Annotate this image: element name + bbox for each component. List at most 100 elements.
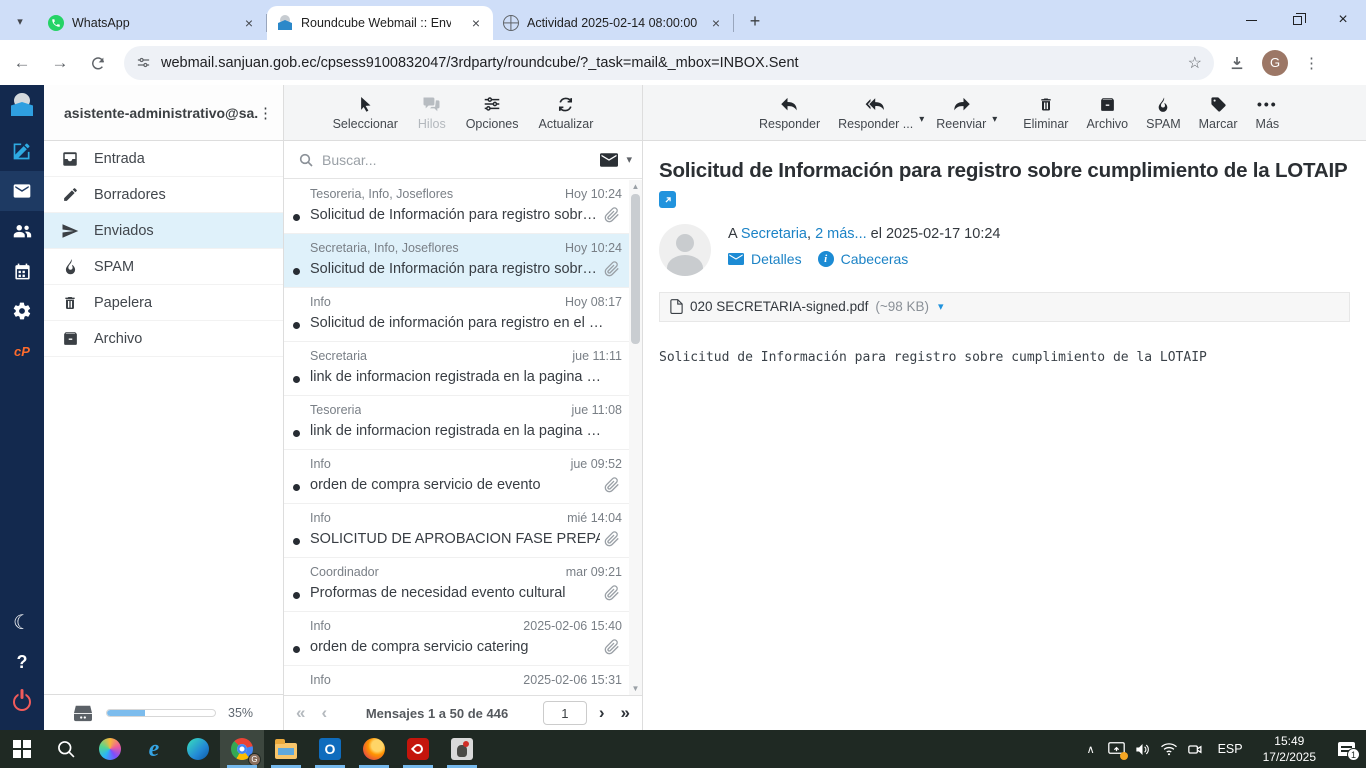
language-indicator[interactable]: ESP	[1208, 742, 1253, 756]
open-in-new-window-button[interactable]	[659, 191, 676, 208]
more-button[interactable]: ••• Más	[1248, 90, 1288, 135]
edge-button[interactable]	[176, 730, 220, 768]
outlook-button[interactable]: O	[308, 730, 352, 768]
attachment-name[interactable]: 020 SECRETARIA-signed.pdf	[690, 299, 868, 314]
acrobat-button[interactable]	[396, 730, 440, 768]
restore-button[interactable]	[1274, 0, 1320, 40]
cpanel-button[interactable]: cP	[0, 331, 44, 371]
list-item[interactable]: Secretaria jue 11:11 link de informacion …	[284, 342, 630, 396]
meet-now-icon[interactable]	[1182, 730, 1208, 768]
list-item[interactable]: Tesoreria jue 11:08 link de informacion r…	[284, 396, 630, 450]
site-settings-icon[interactable]	[136, 55, 151, 70]
account-menu-icon[interactable]: ⋮	[258, 104, 273, 122]
reply-all-menu-icon[interactable]: ▾	[919, 114, 924, 125]
sidebar-item-archivo[interactable]: Archivo	[44, 321, 283, 357]
close-button[interactable]: ×	[1320, 0, 1366, 40]
prev-page-button[interactable]: ‹	[317, 703, 331, 723]
tab-whatsapp[interactable]: WhatsApp ×	[38, 6, 266, 40]
tab-close-icon[interactable]: ×	[240, 14, 258, 32]
rail-calendar-button[interactable]	[0, 251, 44, 291]
archive-button[interactable]: Archivo	[1078, 90, 1136, 135]
tab-search-button[interactable]: ▾	[6, 7, 34, 35]
search-options-chevron-icon[interactable]: ▾	[626, 153, 632, 166]
list-item[interactable]: Tesoreria, Info, Joseflores Hoy 10:24 Sol…	[284, 180, 630, 234]
start-button[interactable]	[0, 730, 44, 768]
next-page-button[interactable]: ›	[595, 703, 609, 723]
copilot-button[interactable]	[88, 730, 132, 768]
attachment-row[interactable]: 020 SECRETARIA-signed.pdf (~98 KB) ▾	[659, 291, 1350, 322]
attachment-menu-icon[interactable]: ▾	[938, 300, 944, 313]
list-item[interactable]: Info jue 09:52 orden de compra servicio d…	[284, 450, 630, 504]
list-item[interactable]: Info Hoy 08:17 Solicitud de información p…	[284, 288, 630, 342]
rail-mail-button[interactable]	[0, 171, 44, 211]
reply-button[interactable]: Responder	[751, 90, 828, 135]
tray-expand-chevron[interactable]: ∧	[1078, 730, 1104, 768]
sidebar-item-borradores[interactable]: Borradores	[44, 177, 283, 213]
threads-button[interactable]: Hilos	[410, 90, 454, 135]
new-tab-button[interactable]: +	[742, 8, 768, 34]
sidebar-item-spam[interactable]: SPAM	[44, 249, 283, 285]
scroll-down-icon[interactable]: ▼	[629, 682, 642, 695]
forward-button[interactable]: →	[44, 47, 76, 79]
search-scope-mail-icon[interactable]	[600, 152, 619, 167]
refresh-button[interactable]: Actualizar	[531, 90, 602, 135]
forward-menu-icon[interactable]: ▾	[992, 114, 997, 125]
dark-mode-button[interactable]: ☾	[0, 602, 44, 642]
minimize-button[interactable]	[1228, 0, 1274, 40]
rail-contacts-button[interactable]	[0, 211, 44, 251]
more-recipients-link[interactable]: 2 más...	[815, 226, 867, 242]
firefox-button[interactable]	[352, 730, 396, 768]
tab-roundcube-active[interactable]: Roundcube Webmail :: Enviados ×	[267, 6, 493, 40]
list-item[interactable]: Info 2025-02-06 15:31	[284, 666, 630, 695]
spam-button[interactable]: SPAM	[1138, 90, 1189, 135]
list-item[interactable]: Info mié 14:04 SOLICITUD DE APROBACION FA…	[284, 504, 630, 558]
list-item[interactable]: Coordinador mar 09:21 Proformas de necesi…	[284, 558, 630, 612]
bookmark-star-icon[interactable]: ☆	[1188, 53, 1202, 73]
screen-share-icon[interactable]	[1104, 730, 1130, 768]
tab-close-icon[interactable]: ×	[707, 14, 725, 32]
file-explorer-button[interactable]	[264, 730, 308, 768]
sidebar-item-papelera[interactable]: Papelera	[44, 285, 283, 321]
url-bar[interactable]: webmail.sanjuan.gob.ec/cpsess9100832047/…	[124, 45, 1214, 80]
browser-menu-icon[interactable]: ⋮	[1304, 54, 1319, 72]
forward-button[interactable]: Reenviar	[928, 90, 994, 135]
mark-button[interactable]: Marcar	[1191, 90, 1246, 135]
clock[interactable]: 15:49 17/2/2025	[1253, 733, 1326, 765]
options-button[interactable]: Opciones	[458, 90, 527, 135]
headers-toggle[interactable]: i Cabeceras	[817, 250, 908, 267]
reply-all-button[interactable]: Responder ...	[830, 90, 921, 135]
back-button[interactable]: ←	[6, 47, 38, 79]
url-text[interactable]: webmail.sanjuan.gob.ec/cpsess9100832047/…	[161, 55, 1180, 71]
first-page-button[interactable]: «	[292, 703, 309, 723]
download-icon[interactable]	[1228, 54, 1246, 72]
logout-button[interactable]	[0, 682, 44, 722]
delete-button[interactable]: Eliminar	[1015, 90, 1076, 135]
tab-actividad[interactable]: Actividad 2025-02-14 08:00:00 ×	[493, 6, 733, 40]
rail-settings-button[interactable]	[0, 291, 44, 331]
wifi-icon[interactable]	[1156, 730, 1182, 768]
search-input[interactable]	[322, 151, 593, 168]
page-number-input[interactable]	[542, 701, 587, 725]
list-scrollbar[interactable]: ▲ ▼	[629, 180, 642, 695]
scrollbar-thumb[interactable]	[631, 194, 640, 344]
chrome-button[interactable]: G	[220, 730, 264, 768]
details-toggle[interactable]: Detalles	[728, 251, 802, 267]
recipient-link[interactable]: Secretaria	[741, 226, 807, 242]
compose-button[interactable]	[0, 131, 44, 171]
java-app-button[interactable]	[440, 730, 484, 768]
list-item-selected[interactable]: Secretaria, Info, Joseflores Hoy 10:24 So…	[284, 234, 630, 288]
select-button[interactable]: Seleccionar	[325, 90, 406, 135]
profile-avatar[interactable]: G	[1262, 49, 1288, 76]
reload-button[interactable]	[82, 47, 114, 79]
list-item[interactable]: Info 2025-02-06 15:40 orden de compra ser…	[284, 612, 630, 666]
volume-icon[interactable]	[1130, 730, 1156, 768]
sidebar-item-entrada[interactable]: Entrada	[44, 141, 283, 177]
help-button[interactable]: ?	[0, 642, 44, 682]
internet-explorer-button[interactable]: e	[132, 730, 176, 768]
last-page-button[interactable]: »	[617, 703, 634, 723]
taskbar-search-button[interactable]	[44, 730, 88, 768]
sidebar-item-enviados[interactable]: Enviados	[44, 213, 283, 249]
tab-close-icon[interactable]: ×	[467, 14, 485, 32]
scroll-up-icon[interactable]: ▲	[629, 180, 642, 193]
action-center-button[interactable]: 1	[1326, 730, 1366, 768]
